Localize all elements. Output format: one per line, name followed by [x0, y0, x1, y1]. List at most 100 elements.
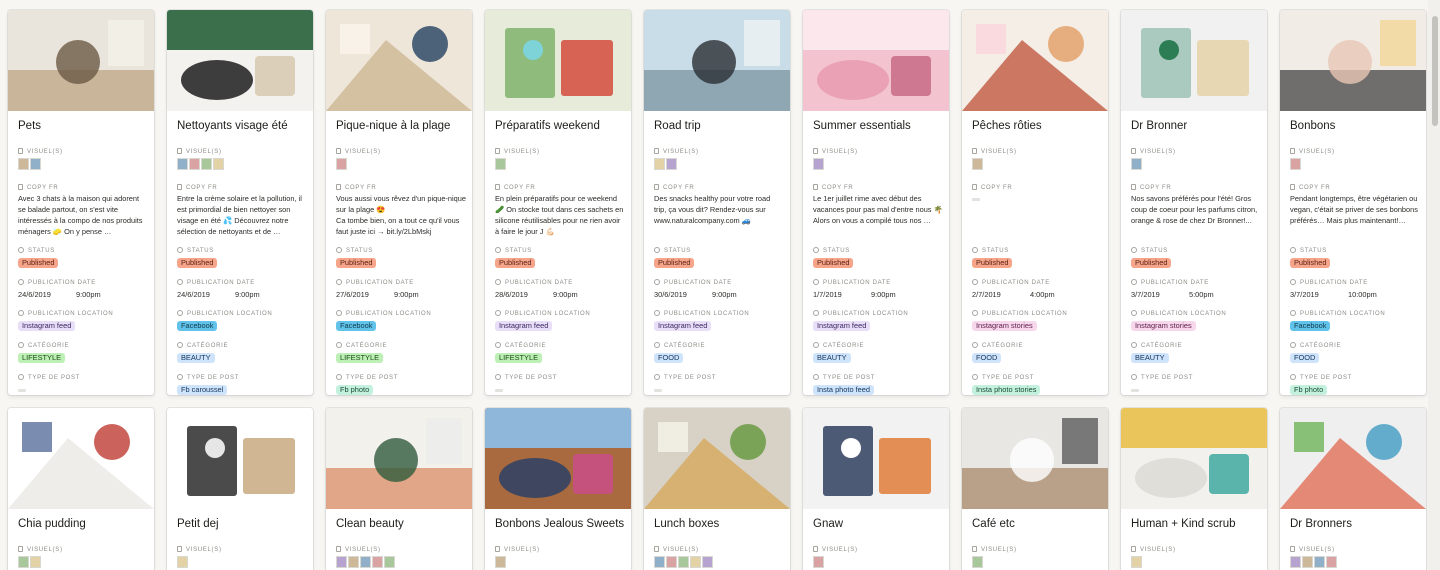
visuel-thumbnail[interactable] [213, 158, 224, 170]
card-title[interactable]: Human + Kind scrub [1131, 518, 1236, 530]
visuel-thumbnail[interactable] [666, 158, 677, 170]
card-title[interactable]: Pets [18, 120, 41, 132]
gallery-card[interactable]: Préparatifs weekend VISUEL(S) COPY FR En pl… [485, 10, 631, 395]
gallery-card[interactable]: Gnaw VISUEL(S) [803, 408, 949, 570]
visuel-thumbnail[interactable] [666, 556, 677, 568]
visuels-thumbnails[interactable] [1290, 158, 1301, 170]
type-tag[interactable]: Fb caroussel [177, 385, 228, 395]
visuels-thumbnails[interactable] [813, 158, 824, 170]
card-cover[interactable] [485, 10, 631, 111]
card-cover[interactable] [644, 408, 790, 509]
visuel-thumbnail[interactable] [1131, 556, 1142, 568]
card-cover[interactable] [8, 10, 154, 111]
visuels-thumbnails[interactable] [177, 556, 188, 568]
card-title[interactable]: Pique-nique à la plage [336, 120, 450, 132]
visuel-thumbnail[interactable] [972, 158, 983, 170]
status-tag[interactable]: Published [1290, 258, 1331, 268]
publication-date[interactable]: 3/7/2019 [1131, 290, 1160, 299]
visuel-thumbnail[interactable] [177, 158, 188, 170]
copy-text[interactable]: Vous aussi vous rêvez d'un pique-nique s… [336, 193, 466, 237]
location-tag[interactable]: Facebook [177, 321, 218, 331]
status-tag[interactable]: Published [813, 258, 854, 268]
status-tag[interactable]: Published [1131, 258, 1172, 268]
card-title[interactable]: Préparatifs weekend [495, 120, 600, 132]
type-tag[interactable]: Fb photo [1290, 385, 1328, 395]
type-tag[interactable]: Fb photo [336, 385, 374, 395]
card-title[interactable]: Bonbons [1290, 120, 1335, 132]
gallery-card[interactable]: Pets VISUEL(S) COPY FR Avec 3 chats à la ma… [8, 10, 154, 395]
card-title[interactable]: Summer essentials [813, 120, 911, 132]
visuels-thumbnails[interactable] [972, 158, 983, 170]
visuels-thumbnails[interactable] [1131, 158, 1142, 170]
categorie-tag[interactable]: BEAUTY [1131, 353, 1169, 363]
visuels-thumbnails[interactable] [495, 158, 506, 170]
location-tag[interactable]: Instagram feed [18, 321, 76, 331]
visuel-thumbnail[interactable] [18, 556, 29, 568]
card-cover[interactable] [803, 10, 949, 111]
card-title[interactable]: Chia pudding [18, 518, 86, 530]
location-tag[interactable]: Facebook [336, 321, 377, 331]
visuels-thumbnails[interactable] [336, 158, 347, 170]
visuels-thumbnails[interactable] [336, 556, 395, 568]
visuels-thumbnails[interactable] [177, 158, 224, 170]
card-cover[interactable] [644, 10, 790, 111]
visuel-thumbnail[interactable] [18, 158, 29, 170]
location-tag[interactable]: Facebook [1290, 321, 1331, 331]
publication-date[interactable]: 3/7/2019 [1290, 290, 1319, 299]
gallery-card[interactable]: Dr Bronner VISUEL(S) COPY FR Nos savons pré… [1121, 10, 1267, 395]
publication-date[interactable]: 1/7/2019 [813, 290, 842, 299]
publication-time[interactable]: 9:00pm [871, 290, 896, 299]
status-tag[interactable]: Published [495, 258, 536, 268]
copy-text[interactable]: Pendant longtemps, être végétarien ou ve… [1290, 193, 1420, 237]
visuel-thumbnail[interactable] [702, 556, 713, 568]
gallery-card[interactable]: Bonbons Jealous Sweets VISUEL(S) [485, 408, 631, 570]
visuel-thumbnail[interactable] [495, 556, 506, 568]
status-tag[interactable]: Published [654, 258, 695, 268]
card-cover[interactable] [1280, 408, 1426, 509]
status-tag[interactable]: Published [177, 258, 218, 268]
location-tag[interactable]: Instagram feed [495, 321, 553, 331]
gallery-card[interactable]: Nettoyants visage été VISUEL(S) COPY FR Ent… [167, 10, 313, 395]
copy-text[interactable]: En plein préparatifs pour ce weekend 🥒 O… [495, 193, 625, 237]
visuel-thumbnail[interactable] [177, 556, 188, 568]
visuel-thumbnail[interactable] [495, 158, 506, 170]
visuel-thumbnail[interactable] [1131, 158, 1142, 170]
publication-date[interactable]: 24/6/2019 [18, 290, 51, 299]
publication-time[interactable]: 10:00pm [1348, 290, 1377, 299]
visuel-thumbnail[interactable] [384, 556, 395, 568]
publication-time[interactable]: 9:00pm [235, 290, 260, 299]
visuel-thumbnail[interactable] [201, 158, 212, 170]
status-tag[interactable]: Published [972, 258, 1013, 268]
copy-text[interactable]: Le 1er juillet rime avec début des vacan… [813, 193, 943, 237]
gallery-card[interactable]: Pique-nique à la plage VISUEL(S) COPY FR Vo… [326, 10, 472, 395]
card-cover[interactable] [962, 10, 1108, 111]
visuel-thumbnail[interactable] [348, 556, 359, 568]
publication-date[interactable]: 2/7/2019 [972, 290, 1001, 299]
visuel-thumbnail[interactable] [678, 556, 689, 568]
visuel-thumbnail[interactable] [30, 158, 41, 170]
gallery-card[interactable]: Human + Kind scrub VISUEL(S) [1121, 408, 1267, 570]
visuels-thumbnails[interactable] [1290, 556, 1337, 568]
publication-time[interactable]: 4:00pm [1030, 290, 1055, 299]
card-title[interactable]: Dr Bronners [1290, 518, 1352, 530]
card-cover[interactable] [1121, 10, 1267, 111]
categorie-tag[interactable]: FOOD [654, 353, 684, 363]
visuel-thumbnail[interactable] [1290, 556, 1301, 568]
visuels-thumbnails[interactable] [813, 556, 824, 568]
copy-text[interactable]: Nos savons préférés pour l'été! Gros cou… [1131, 193, 1261, 237]
copy-text[interactable]: Avec 3 chats à la maison qui adorent se … [18, 193, 148, 237]
categorie-tag[interactable]: BEAUTY [177, 353, 215, 363]
gallery-card[interactable]: Road trip VISUEL(S) COPY FR Des snacks heal… [644, 10, 790, 395]
categorie-tag[interactable]: LIFESTYLE [495, 353, 543, 363]
visuels-thumbnails[interactable] [18, 556, 41, 568]
visuels-thumbnails[interactable] [654, 556, 713, 568]
visuel-thumbnail[interactable] [360, 556, 371, 568]
categorie-tag[interactable]: FOOD [972, 353, 1002, 363]
gallery-card[interactable]: Clean beauty VISUEL(S) [326, 408, 472, 570]
visuel-thumbnail[interactable] [813, 158, 824, 170]
visuel-thumbnail[interactable] [372, 556, 383, 568]
visuel-thumbnail[interactable] [654, 556, 665, 568]
gallery-card[interactable]: Summer essentials VISUEL(S) COPY FR Le 1er … [803, 10, 949, 395]
publication-date[interactable]: 24/6/2019 [177, 290, 210, 299]
publication-time[interactable]: 9:00pm [394, 290, 419, 299]
